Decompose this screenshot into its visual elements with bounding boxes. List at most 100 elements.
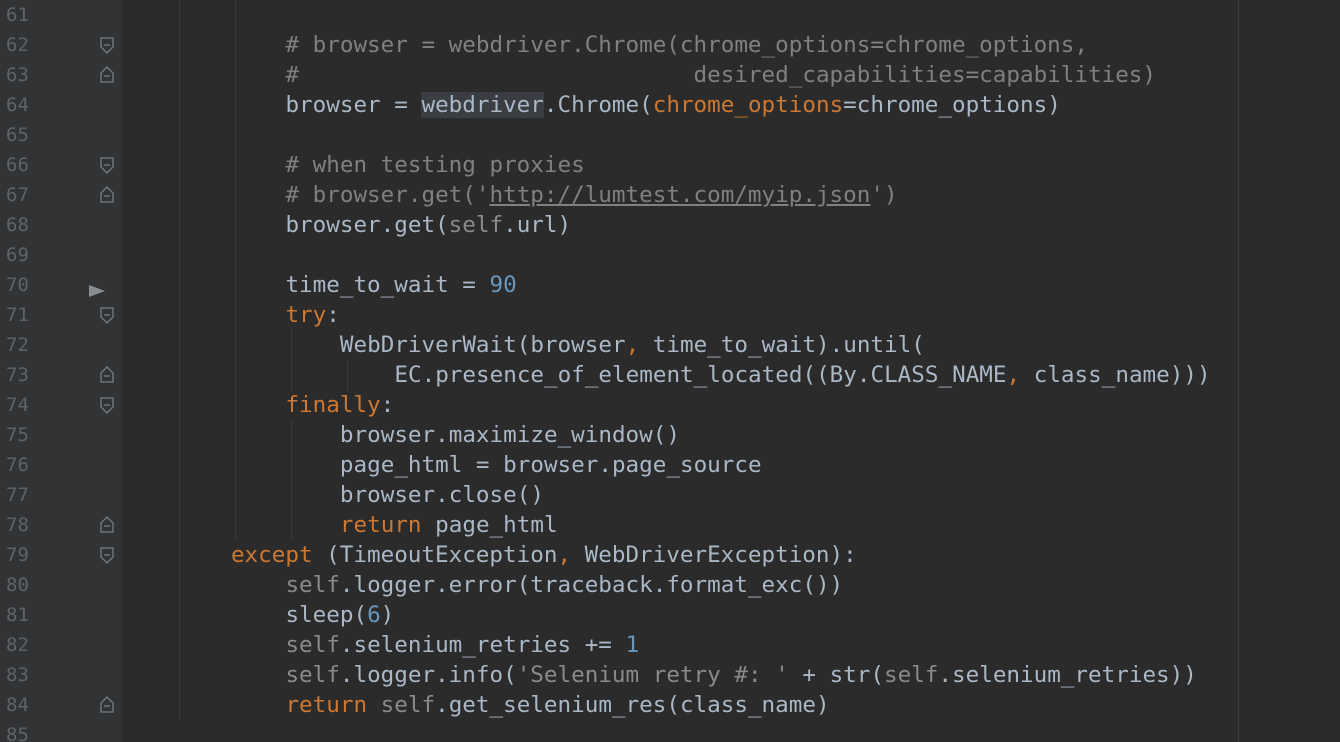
code-area[interactable]: # browser = webdriver.Chrome(chrome_opti… [122,0,1340,742]
code-line[interactable]: browser.get(self.url) [285,210,571,240]
code-line[interactable]: self.logger.info('Selenium retry #: ' + … [285,660,1196,690]
line-number: 84 [6,694,29,716]
code-line[interactable]: browser.close() [340,480,544,510]
gutter-row[interactable]: 76 [0,450,122,480]
fold-end-icon[interactable] [99,365,115,383]
code-line[interactable]: time_to_wait = 90 [285,270,516,300]
right-margin-guide [1238,0,1239,742]
current-statement-arrow-icon [88,278,106,297]
gutter-row[interactable]: 70 [0,270,122,300]
gutter-row[interactable]: 73 [0,360,122,390]
gutter-row[interactable]: 67 [0,180,122,210]
gutter-row[interactable]: 79 [0,540,122,570]
gutter-row[interactable]: 82 [0,630,122,660]
code-line[interactable]: # browser.get('http://lumtest.com/myip.j… [285,180,897,210]
gutter-row[interactable]: 78 [0,510,122,540]
code-token-kw: , [557,542,572,568]
code-line[interactable]: self.selenium_retries += 1 [285,630,639,660]
line-number: 70 [6,274,29,296]
gutter-row[interactable]: 81 [0,600,122,630]
line-number: 74 [6,394,29,416]
code-token-plain: browser.close() [339,482,544,508]
code-token-url[interactable]: http://lumtest.com/myip.json [489,182,870,208]
line-number: 80 [6,574,29,596]
code-token-comment: # browser = webdriver.Chrome(chrome_opti… [285,32,1088,58]
fold-collapse-icon[interactable] [99,547,115,565]
fold-collapse-icon[interactable] [99,397,115,415]
gutter-row[interactable]: 62 [0,30,122,60]
fold-collapse-icon[interactable] [99,307,115,325]
indent-guide [291,420,292,540]
code-token-plain: WebDriverException): [571,542,857,568]
code-token-plain: browser.get( [285,212,449,238]
code-token-self: self [380,692,436,718]
gutter-row[interactable]: 64 [0,90,122,120]
code-line[interactable]: return page_html [340,510,558,540]
line-number: 75 [6,424,29,446]
code-token-plain: ) [380,602,395,628]
code-line[interactable]: finally: [285,390,394,420]
gutter-row[interactable]: 68 [0,210,122,240]
line-number: 72 [6,334,29,356]
code-token-comment: # when testing proxies [285,152,585,178]
gutter-row[interactable]: 69 [0,240,122,270]
code-line[interactable]: # desired_capabilities=capabilities) [285,60,1156,90]
code-token-kw: return [339,512,422,538]
code-line[interactable]: # browser = webdriver.Chrome(chrome_opti… [285,30,1088,60]
fold-collapse-icon[interactable] [99,157,115,175]
code-token-num: 6 [367,602,381,628]
line-number: 78 [6,514,29,536]
code-token-plain: .logger.error(traceback.format_exc()) [339,572,844,598]
gutter-row[interactable]: 75 [0,420,122,450]
fold-end-icon[interactable] [99,515,115,533]
gutter-row[interactable]: 74 [0,390,122,420]
line-number: 83 [6,664,29,686]
fold-end-icon[interactable] [99,65,115,83]
code-line[interactable]: browser.maximize_window() [340,420,680,450]
line-number: 82 [6,634,29,656]
indent-guide [235,0,236,540]
code-token-comment: # desired_capabilities=capabilities) [285,62,1157,88]
fold-end-icon[interactable] [99,185,115,203]
line-number: 66 [6,154,29,176]
code-line[interactable]: return self.get_selenium_res(class_name) [285,690,829,720]
code-editor[interactable]: 61 62 63 64 65 66 67 68 69 70 71 72 73 74 75 76 77 78 79 80… [0,0,1340,742]
gutter-row[interactable]: 61 [0,0,122,30]
fold-collapse-icon[interactable] [99,37,115,55]
line-number-gutter[interactable]: 61 62 63 64 65 66 67 68 69 70 71 72 73 74 75 76 77 78 79 80… [0,0,122,742]
code-token-hl: webdriver [421,92,544,118]
code-token-plain: .Chrome( [543,92,653,118]
gutter-row[interactable]: 85 [0,720,122,742]
line-number: 77 [6,484,29,506]
gutter-row[interactable]: 80 [0,570,122,600]
gutter-row[interactable]: 72 [0,330,122,360]
code-line[interactable]: # when testing proxies [285,150,584,180]
code-line[interactable]: EC.presence_of_element_located((By.CLASS… [394,360,1210,390]
code-line[interactable]: except (TimeoutException, WebDriverExcep… [231,540,857,570]
code-token-kw: except [230,542,313,568]
code-line[interactable]: self.logger.error(traceback.format_exc()… [285,570,843,600]
code-token-plain: =chrome_options) [843,92,1061,118]
code-line[interactable]: browser = webdriver.Chrome(chrome_option… [285,90,1061,120]
line-number: 67 [6,184,29,206]
gutter-row[interactable]: 84 [0,690,122,720]
gutter-row[interactable]: 77 [0,480,122,510]
fold-end-icon[interactable] [99,695,115,713]
gutter-row[interactable]: 65 [0,120,122,150]
gutter-row[interactable]: 71 [0,300,122,330]
indent-guide [291,330,292,390]
gutter-row[interactable]: 63 [0,60,122,90]
code-line[interactable]: WebDriverWait(browser, time_to_wait).unt… [340,330,925,360]
code-token-plain: .url) [503,212,572,238]
code-token-plain: page_html = browser.page_source [339,452,762,478]
code-line[interactable]: sleep(6) [285,600,394,630]
code-token-comment: ') [870,182,898,208]
gutter-row[interactable]: 83 [0,660,122,690]
code-token-plain: time_to_wait).until( [639,332,925,358]
code-line[interactable]: page_html = browser.page_source [340,450,762,480]
indent-guide [347,360,348,390]
code-line[interactable]: try: [285,300,339,330]
line-number: 85 [6,724,29,742]
gutter-row[interactable]: 66 [0,150,122,180]
